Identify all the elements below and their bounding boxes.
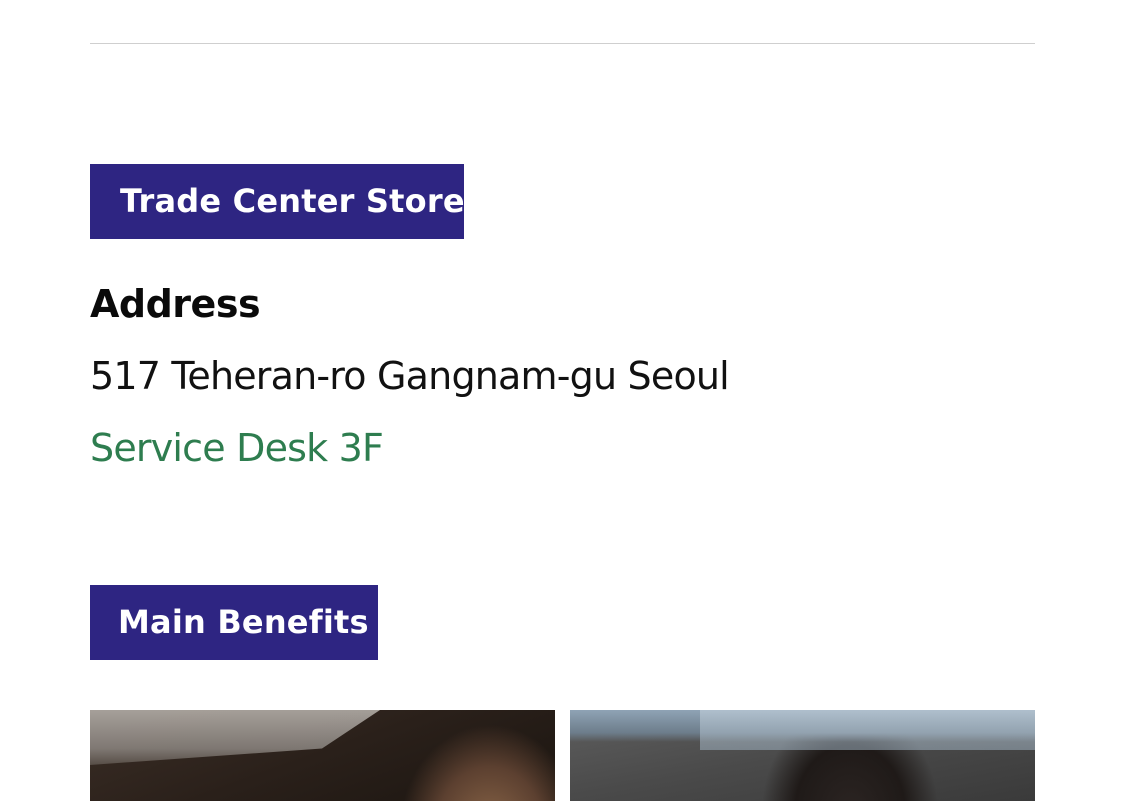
- top-divider: [90, 43, 1035, 44]
- service-desk-text: Service Desk 3F: [90, 426, 384, 470]
- address-heading: Address: [90, 282, 261, 326]
- benefit-photo-1: [90, 710, 555, 801]
- main-benefits-badge: Main Benefits: [90, 585, 378, 660]
- address-text: 517 Teheran-ro Gangnam-gu Seoul: [90, 354, 730, 398]
- photo-window-shape: [700, 710, 1035, 750]
- store-name-badge: Trade Center Store: [90, 164, 465, 239]
- benefit-photo-2: [570, 710, 1035, 801]
- photo-shelf-shape: [90, 710, 380, 765]
- store-info-page: Trade Center Store Address 517 Teheran-r…: [0, 0, 1125, 801]
